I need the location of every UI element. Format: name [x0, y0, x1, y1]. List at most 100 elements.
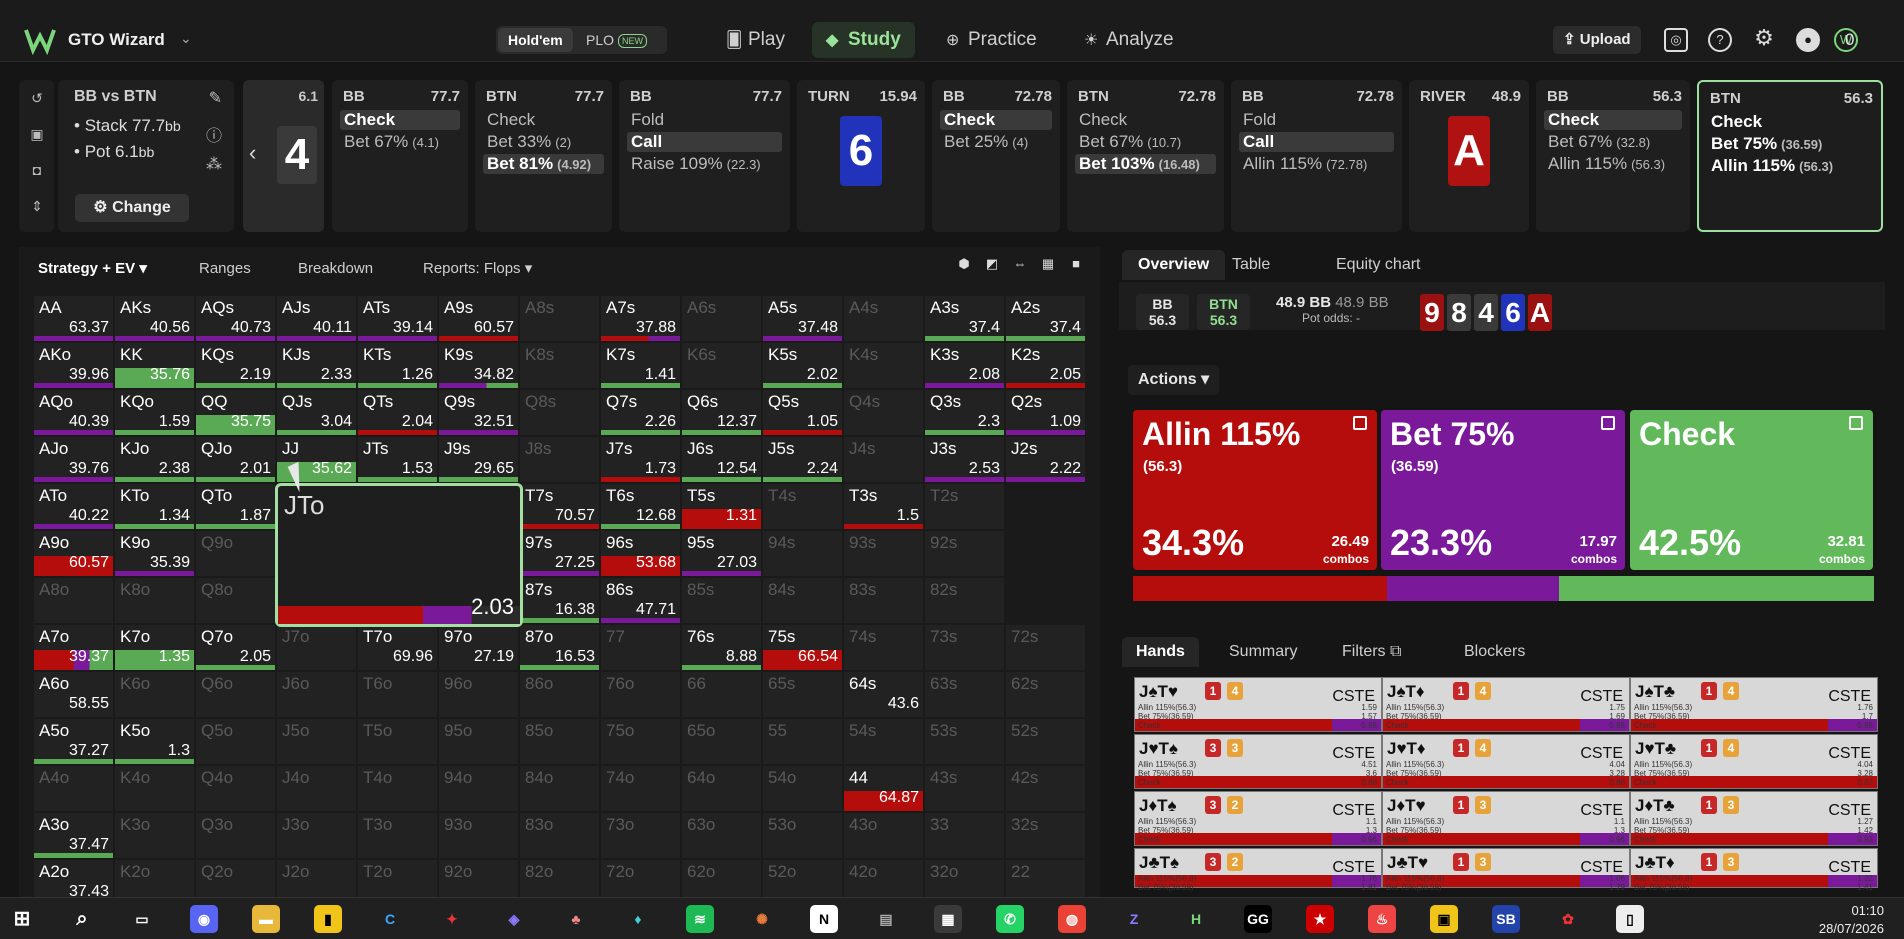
matrix-cell[interactable]: 66 — [681, 671, 762, 718]
node-action[interactable]: Bet 67% (32.8) — [1544, 132, 1682, 152]
matrix-cell[interactable]: A7s 37.88 — [600, 295, 681, 342]
screenshot-icon[interactable]: ◎ — [1664, 28, 1688, 52]
edit-icon[interactable]: ✎ — [209, 88, 222, 108]
matrix-cell[interactable]: 83o — [519, 812, 600, 859]
node-action[interactable]: Bet 75% (36.59) — [1707, 134, 1877, 154]
matrix-cell[interactable]: KJo 2.38 — [114, 436, 195, 483]
app-window-icon[interactable]: ▤ — [872, 905, 900, 933]
hand-card[interactable]: J♥T♣ 1 4 CSTE Allin 115%(56.3) 4.04 Bet 75%(36… — [1630, 734, 1878, 789]
matrix-cell[interactable]: A9s 60.57 — [438, 295, 519, 342]
matrix-cell[interactable]: T4o — [357, 765, 438, 812]
action-node[interactable]: RIVER 48.9 A — [1409, 80, 1529, 232]
matrix-cell[interactable]: 93s — [843, 530, 924, 577]
matrix-cell[interactable]: K8o — [114, 577, 195, 624]
mode-plo[interactable]: PLO NEW — [576, 28, 657, 52]
matrix-cell[interactable]: AJo 39.76 — [33, 436, 114, 483]
task-view-icon[interactable]: ▭ — [128, 905, 156, 933]
windows-start-icon[interactable]: ⊞ — [8, 905, 36, 933]
matrix-cell[interactable]: T2s — [924, 483, 1005, 530]
matrix-cell[interactable]: 94o — [438, 765, 519, 812]
matrix-cell[interactable]: A5o 37.27 — [33, 718, 114, 765]
hand-card[interactable]: J♠T♥ 1 4 CSTE Allin 115%(56.3) 1.59 Bet 75%(36… — [1134, 677, 1382, 732]
matrix-cell[interactable]: 97o 27.19 — [438, 624, 519, 671]
flame-app-icon[interactable]: ♨ — [1368, 905, 1396, 933]
gear-icon[interactable]: ⚙ — [1752, 27, 1776, 52]
matrix-cell[interactable]: 64s 43.6 — [843, 671, 924, 718]
action-node[interactable]: BB 72.78 Check Bet 25% (4) — [932, 80, 1060, 232]
matrix-cell[interactable]: JTs 1.53 — [357, 436, 438, 483]
matrix-cell[interactable]: Q3o — [195, 812, 276, 859]
matrix-cell[interactable]: Q6s 12.37 — [681, 389, 762, 436]
matrix-cell[interactable]: 96o — [438, 671, 519, 718]
action-box[interactable]: Check 42.5% 32.81 combos — [1630, 410, 1873, 570]
matrix-cell[interactable]: K7s 1.41 — [600, 342, 681, 389]
matrix-cell[interactable]: 76s 8.88 — [681, 624, 762, 671]
matrix-cell[interactable]: 53o — [762, 812, 843, 859]
node-action[interactable]: Call — [1239, 132, 1394, 152]
matrix-cell[interactable]: Q8s — [519, 389, 600, 436]
node-action[interactable]: Check — [1544, 110, 1682, 130]
matrix-cell[interactable]: J3s 2.53 — [924, 436, 1005, 483]
matrix-cell[interactable]: 76o — [600, 671, 681, 718]
discord-icon[interactable]: ◉ — [190, 905, 218, 933]
matrix-cell[interactable]: KTs 1.26 — [357, 342, 438, 389]
node-action[interactable]: Allin 115% (72.78) — [1239, 154, 1394, 174]
matrix-cell[interactable]: J6o — [276, 671, 357, 718]
sb-app-icon[interactable]: SB — [1492, 905, 1520, 933]
matrix-cell[interactable]: K4s — [843, 342, 924, 389]
matrix-cell[interactable]: Q6o — [195, 671, 276, 718]
matrix-cell[interactable]: A3o 37.47 — [33, 812, 114, 859]
matrix-cell[interactable]: QQ 35.75 — [195, 389, 276, 436]
matrix-cell[interactable]: KQs 2.19 — [195, 342, 276, 389]
matrix-cell[interactable]: 52s — [1005, 718, 1086, 765]
matrix-cell[interactable]: K4o — [114, 765, 195, 812]
note-icon[interactable] — [1601, 416, 1615, 430]
game-app-icon[interactable]: ◈ — [500, 905, 528, 933]
upload-button[interactable]: ⇪ Upload — [1553, 26, 1641, 54]
matrix-cell[interactable]: 74o — [600, 765, 681, 812]
matrix-cell[interactable]: J7s 1.73 — [600, 436, 681, 483]
matrix-cell[interactable]: A7o 39.37 — [33, 624, 114, 671]
node-action[interactable]: Bet 67% (4.1) — [340, 132, 460, 152]
action-node[interactable]: BTN 72.78 Check Bet 67% (10.7) Bet 103% (16.48… — [1067, 80, 1224, 232]
tab-filters[interactable]: Filters ⧉ — [1328, 637, 1415, 667]
matrix-cell[interactable]: J4o — [276, 765, 357, 812]
action-box[interactable]: Bet 75% (36.59) 23.3% 17.97 combos — [1381, 410, 1625, 570]
grid-icon[interactable]: ▦ — [1036, 251, 1060, 277]
hand-card[interactable]: J♦T♣ 1 3 CSTE Allin 115%(56.3) 1.27 Bet 75%(36… — [1630, 791, 1878, 846]
matrix-cell[interactable]: T6o — [357, 671, 438, 718]
matrix-cell[interactable]: 54o — [762, 765, 843, 812]
matrix-cell[interactable]: T7o 69.96 — [357, 624, 438, 671]
matrix-cell[interactable]: J5s 2.24 — [762, 436, 843, 483]
hand-card[interactable]: J♦T♠ 3 2 CSTE Allin 115%(56.3) 1.1 Bet 75%(36.… — [1134, 791, 1382, 846]
node-action[interactable]: Check — [483, 110, 604, 130]
matrix-cell[interactable]: J2s 2.22 — [1005, 436, 1086, 483]
matrix-cell[interactable]: T3o — [357, 812, 438, 859]
matrix-cell[interactable]: K9s 34.82 — [438, 342, 519, 389]
matrix-cell[interactable]: JJ 35.62 — [276, 436, 357, 483]
node-action[interactable]: Check — [1707, 112, 1877, 132]
matrix-cell[interactable]: 73o — [600, 812, 681, 859]
hand-card[interactable]: J♣T♠ 3 2 CSTE Allin 115%(56.3) 1.76 Bet 75%(36… — [1134, 848, 1382, 892]
matrix-cell[interactable]: 82s — [924, 577, 1005, 624]
hand-card[interactable]: J♣T♦ 1 3 CSTE Allin 115%(56.3) 1.22 Bet 75%(36… — [1630, 848, 1878, 892]
matrix-cell[interactable]: 74s — [843, 624, 924, 671]
matrix-cell[interactable]: 72s — [1005, 624, 1086, 671]
save-icon[interactable]: ▣ — [28, 126, 46, 144]
nav-analyze[interactable]: ☀ Analyze — [1070, 22, 1188, 58]
matrix-cell[interactable]: 86o — [519, 671, 600, 718]
c-app-icon[interactable]: C — [376, 905, 404, 933]
spotify-icon[interactable]: ≋ — [686, 905, 714, 933]
matrix-cell[interactable]: Q7o 2.05 — [195, 624, 276, 671]
matrix-cell[interactable]: KQo 1.59 — [114, 389, 195, 436]
matrix-cell[interactable]: K6s — [681, 342, 762, 389]
node-action[interactable]: Bet 25% (4) — [940, 132, 1052, 152]
matrix-cell[interactable]: A2s 37.4 — [1005, 295, 1086, 342]
node-action[interactable]: Fold — [627, 110, 782, 130]
matrix-cell[interactable]: K8s — [519, 342, 600, 389]
gto-icon[interactable]: H — [1182, 905, 1210, 933]
matrix-cell[interactable]: KK 35.76 — [114, 342, 195, 389]
whatsapp-icon[interactable]: ✆ — [996, 905, 1024, 933]
hand-card[interactable]: J♥T♠ 3 3 CSTE Allin 115%(56.3) 4.51 Bet 75%(36… — [1134, 734, 1382, 789]
matrix-cell[interactable]: 85s — [681, 577, 762, 624]
